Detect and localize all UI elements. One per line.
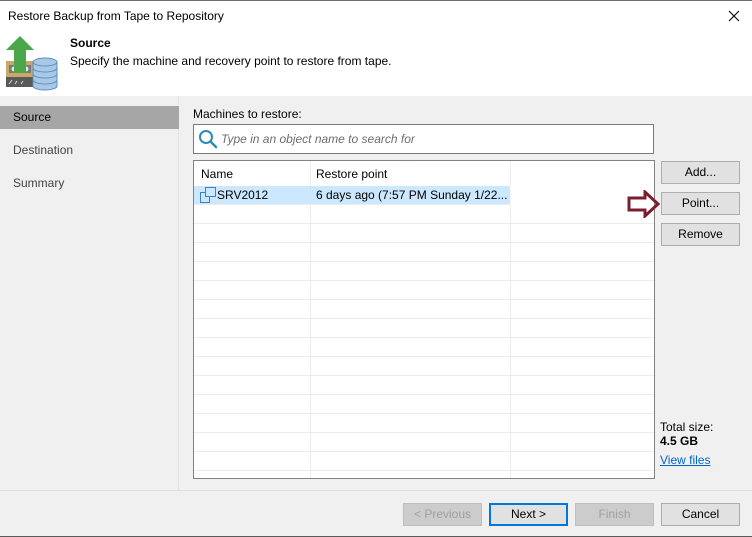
step-description: Specify the machine and recovery point t… bbox=[70, 54, 392, 68]
empty-row bbox=[194, 376, 654, 395]
machines-list[interactable]: Name Restore point ⌃ SRV2012 6 days ago … bbox=[193, 160, 655, 479]
empty-row bbox=[194, 338, 654, 357]
previous-button[interactable]: < Previous bbox=[403, 503, 482, 526]
vm-icon bbox=[200, 187, 216, 203]
close-icon bbox=[728, 10, 740, 22]
tape-to-repository-restore-icon bbox=[6, 36, 58, 91]
row-name: SRV2012 bbox=[217, 188, 269, 202]
empty-row bbox=[194, 300, 654, 319]
empty-row bbox=[194, 357, 654, 376]
row-restore-point: 6 days ago (7:57 PM Sunday 1/22... bbox=[316, 188, 508, 202]
close-button[interactable] bbox=[722, 4, 746, 28]
total-size-label: Total size: bbox=[660, 420, 714, 434]
sidebar-item-destination[interactable]: Destination bbox=[0, 139, 179, 162]
empty-row bbox=[194, 414, 654, 433]
empty-row bbox=[194, 433, 654, 452]
empty-row bbox=[194, 395, 654, 414]
list-header: Name Restore point ⌃ bbox=[194, 161, 654, 186]
empty-row bbox=[194, 281, 654, 300]
cancel-button[interactable]: Cancel bbox=[661, 503, 740, 526]
empty-row bbox=[194, 319, 654, 338]
total-size-value: 4.5 GB bbox=[660, 434, 699, 448]
table-row[interactable]: SRV2012 6 days ago (7:57 PM Sunday 1/22.… bbox=[194, 186, 654, 205]
machines-to-restore-label: Machines to restore: bbox=[193, 107, 302, 121]
remove-button[interactable]: Remove bbox=[661, 223, 740, 246]
window-title: Restore Backup from Tape to Repository bbox=[8, 9, 224, 23]
sidebar-item-source[interactable]: Source bbox=[0, 106, 179, 129]
view-files-link[interactable]: View files bbox=[660, 453, 710, 467]
sort-ascending-icon: ⌃ bbox=[405, 160, 414, 169]
restore-wizard-window: Restore Backup from Tape to Repository S… bbox=[0, 0, 752, 537]
empty-row bbox=[194, 205, 654, 224]
empty-row bbox=[194, 452, 654, 471]
wizard-steps-sidebar: Source Destination Summary bbox=[0, 96, 179, 490]
column-header-restore-point-label: Restore point bbox=[316, 167, 388, 181]
sidebar-item-summary[interactable]: Summary bbox=[0, 172, 179, 195]
finish-button[interactable]: Finish bbox=[575, 503, 654, 526]
title-bar: Restore Backup from Tape to Repository bbox=[0, 1, 752, 31]
search-field[interactable] bbox=[193, 124, 654, 154]
wizard-header: Source Specify the machine and recovery … bbox=[0, 31, 752, 96]
column-header-name[interactable]: Name bbox=[194, 161, 310, 186]
point-button[interactable]: Point... bbox=[661, 192, 740, 215]
empty-row bbox=[194, 262, 654, 281]
search-icon bbox=[199, 130, 218, 149]
add-button[interactable]: Add... bbox=[661, 161, 740, 184]
step-title: Source bbox=[70, 36, 111, 50]
empty-row bbox=[194, 224, 654, 243]
next-button[interactable]: Next > bbox=[489, 503, 568, 526]
search-input[interactable] bbox=[221, 129, 646, 149]
wizard-footer: < Previous Next > Finish Cancel bbox=[0, 490, 752, 536]
main-content: Machines to restore: Name Restore point … bbox=[180, 96, 752, 490]
annotation-arrow-icon bbox=[627, 190, 661, 218]
empty-row bbox=[194, 243, 654, 262]
